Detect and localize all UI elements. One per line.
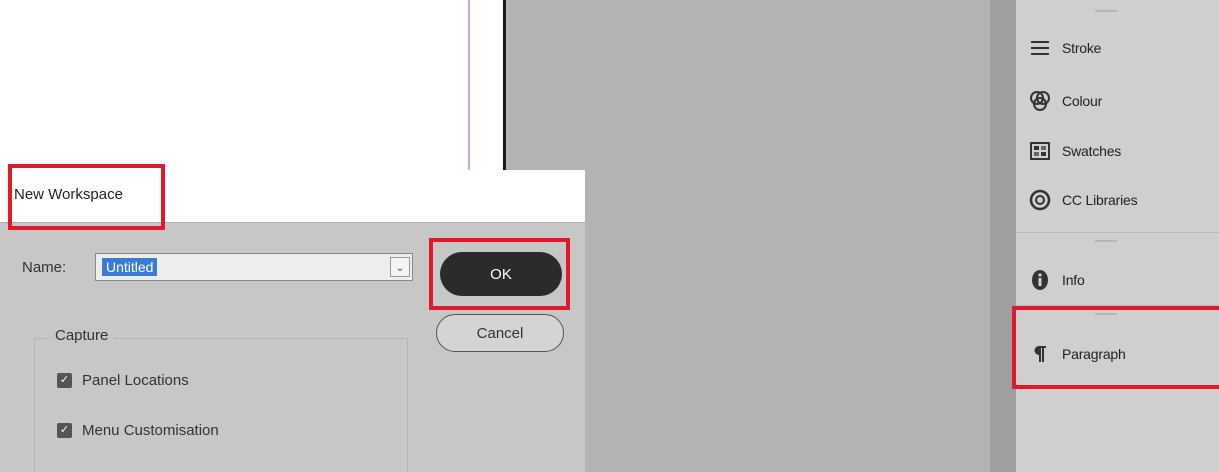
- name-field[interactable]: Untitled ⌄: [95, 253, 413, 281]
- panel-item-label: Paragraph: [1062, 346, 1126, 362]
- panel-item-label: Colour: [1062, 93, 1103, 109]
- panel-item-label: Stroke: [1062, 40, 1102, 56]
- name-field-value[interactable]: Untitled: [102, 258, 158, 276]
- panel-dock: [1016, 0, 1219, 472]
- checkbox-checked-icon[interactable]: ✓: [57, 373, 72, 388]
- checkbox-checked-icon[interactable]: ✓: [57, 423, 72, 438]
- panel-item-label: Info: [1062, 272, 1085, 288]
- cc-libraries-icon: [1028, 188, 1052, 212]
- stroke-icon: [1028, 36, 1052, 60]
- menu-customisation-checkbox[interactable]: ✓ Menu Customisation: [57, 422, 219, 439]
- dialog-title: New Workspace: [14, 186, 123, 203]
- dialog-titlebar[interactable]: New Workspace: [0, 170, 585, 223]
- chevron-down-icon[interactable]: ⌄: [390, 257, 410, 277]
- panel-item-label: CC Libraries: [1062, 192, 1138, 208]
- panel-item-label: Swatches: [1062, 143, 1122, 159]
- capture-group: [34, 338, 408, 472]
- info-icon: [1028, 268, 1052, 292]
- colour-icon: [1028, 89, 1052, 113]
- dock-separator: [1016, 232, 1219, 233]
- name-label: Name:: [22, 259, 67, 276]
- dock-grip[interactable]: [1095, 10, 1117, 12]
- panel-locations-checkbox[interactable]: ✓ Panel Locations: [57, 372, 189, 389]
- dock-separator: [1016, 305, 1219, 306]
- checkbox-label: Panel Locations: [82, 372, 189, 389]
- panel-divider[interactable]: [990, 0, 1016, 472]
- new-workspace-dialog: New Workspace Name: Untitled ⌄ Capture ✓…: [0, 170, 585, 472]
- panel-item-cc-libraries[interactable]: CC Libraries: [1028, 183, 1213, 217]
- cancel-button[interactable]: Cancel: [436, 314, 564, 352]
- checkbox-label: Menu Customisation: [82, 422, 219, 439]
- dock-grip[interactable]: [1095, 313, 1117, 315]
- panel-item-stroke[interactable]: Stroke: [1028, 31, 1213, 65]
- panel-item-paragraph[interactable]: Paragraph: [1028, 337, 1213, 371]
- swatches-icon: [1028, 139, 1052, 163]
- margin-guide: [468, 0, 470, 170]
- panel-item-colour[interactable]: Colour: [1028, 84, 1213, 118]
- dock-grip[interactable]: [1095, 240, 1117, 242]
- panel-item-swatches[interactable]: Swatches: [1028, 134, 1213, 168]
- paragraph-icon: [1028, 342, 1052, 366]
- capture-label: Capture: [50, 327, 114, 344]
- ok-button[interactable]: OK: [440, 252, 562, 296]
- panel-item-info[interactable]: Info: [1028, 263, 1213, 297]
